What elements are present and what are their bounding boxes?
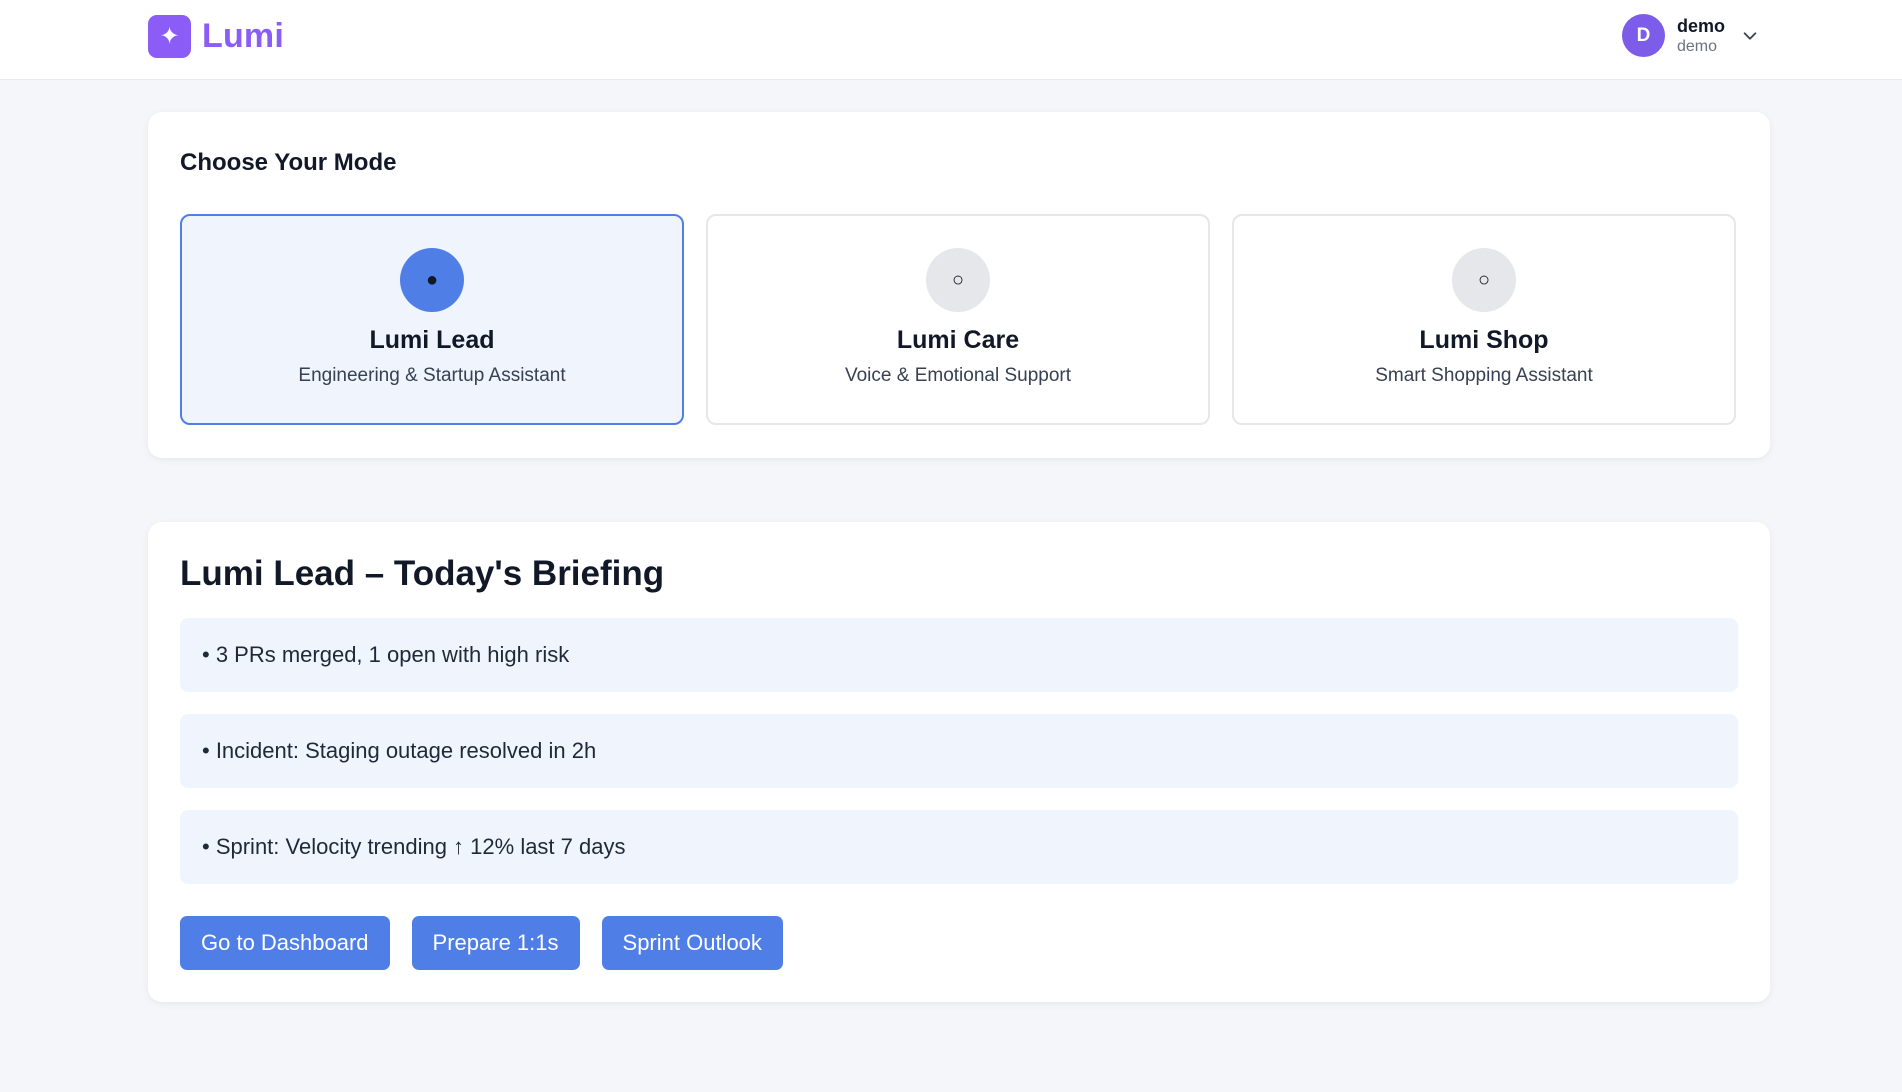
mode-heading: Choose Your Mode [180, 149, 397, 176]
user-info: demo demo [1677, 15, 1725, 57]
mode-title: Lumi Shop [1419, 326, 1549, 354]
mode-option-lumi-lead[interactable]: ● Lumi Lead Engineering & Startup Assist… [180, 214, 684, 425]
radio-unselected-icon: ○ [926, 248, 990, 312]
sparkle-logo-icon: ✦ [148, 15, 191, 58]
briefing-item: • Sprint: Velocity trending ↑ 12% last 7… [180, 810, 1738, 884]
briefing-item: • 3 PRs merged, 1 open with high risk [180, 618, 1738, 692]
mode-title: Lumi Lead [369, 326, 495, 354]
radio-unselected-icon: ○ [1452, 248, 1516, 312]
mode-options: ● Lumi Lead Engineering & Startup Assist… [180, 214, 1736, 425]
briefing-actions: Go to Dashboard Prepare 1:1s Sprint Outl… [180, 916, 783, 970]
user-menu[interactable]: D demo demo [1622, 14, 1759, 57]
mode-option-lumi-care[interactable]: ○ Lumi Care Voice & Emotional Support [706, 214, 1210, 425]
top-bar: ✦ Lumi D demo demo [0, 0, 1902, 80]
mode-selector-card: Choose Your Mode ● Lumi Lead Engineering… [148, 112, 1770, 458]
brand[interactable]: ✦ Lumi [148, 15, 284, 58]
mode-subtitle: Engineering & Startup Assistant [298, 365, 566, 386]
chevron-down-icon[interactable] [1741, 27, 1759, 45]
user-subtitle: demo [1677, 37, 1718, 55]
briefing-heading: Lumi Lead – Today's Briefing [180, 554, 665, 593]
mode-subtitle: Smart Shopping Assistant [1375, 365, 1593, 386]
mode-title: Lumi Care [896, 326, 1020, 354]
mode-option-lumi-shop[interactable]: ○ Lumi Shop Smart Shopping Assistant [1232, 214, 1736, 425]
avatar: D [1622, 14, 1665, 57]
go-to-dashboard-button[interactable]: Go to Dashboard [180, 916, 390, 970]
briefing-list: • 3 PRs merged, 1 open with high risk • … [180, 618, 1738, 906]
radio-selected-icon: ● [400, 248, 464, 312]
prepare-one-on-ones-button[interactable]: Prepare 1:1s [411, 916, 580, 970]
user-name: demo [1677, 15, 1726, 36]
briefing-card: Lumi Lead – Today's Briefing • 3 PRs mer… [148, 522, 1770, 1002]
brand-name: Lumi [202, 17, 285, 55]
sprint-outlook-button[interactable]: Sprint Outlook [601, 916, 783, 970]
mode-subtitle: Voice & Emotional Support [844, 365, 1072, 386]
briefing-item: • Incident: Staging outage resolved in 2… [180, 714, 1738, 788]
